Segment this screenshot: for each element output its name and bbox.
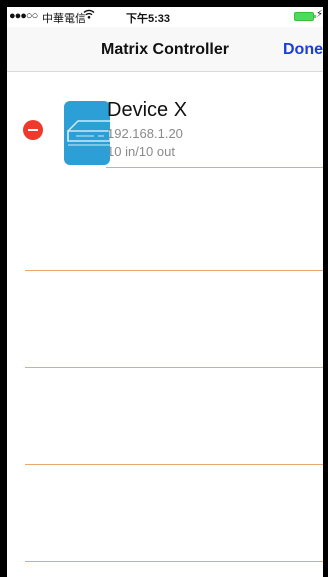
row-separator: [25, 561, 323, 562]
screen: ●●●○○ 中華電信 下午5:33 ⚡ Matrix Controller Do…: [7, 7, 323, 577]
delete-control-icon[interactable]: [23, 120, 43, 140]
charging-icon: ⚡: [315, 9, 323, 20]
row-separator: [25, 464, 323, 465]
clock-time: 下午5:33: [126, 13, 171, 25]
carrier-name: 中華電信: [42, 13, 86, 25]
page-title: Matrix Controller: [100, 41, 229, 58]
row-separator: [25, 367, 323, 368]
done-button[interactable]: Done: [283, 41, 323, 59]
device-row[interactable]: Device X 192.168.1.20 10 in/10 out: [7, 73, 323, 171]
signal-strength-icon: ●●●○○: [9, 10, 38, 22]
navigation-bar: Matrix Controller Done: [7, 27, 323, 72]
battery-icon: [294, 12, 316, 21]
device-list: Device X 192.168.1.20 10 in/10 out: [7, 73, 323, 577]
device-ip-address: 192.168.1.20: [107, 126, 183, 141]
status-bar: ●●●○○ 中華電信 下午5:33 ⚡: [7, 7, 323, 27]
device-name: Device X: [107, 99, 188, 121]
row-separator: [106, 167, 323, 168]
row-separator: [25, 270, 323, 271]
wifi-icon: [83, 8, 95, 23]
phone-frame: ●●●○○ 中華電信 下午5:33 ⚡ Matrix Controller Do…: [0, 0, 328, 577]
matrix-device-icon: [64, 101, 110, 165]
device-port-count: 10 in/10 out: [107, 144, 175, 159]
